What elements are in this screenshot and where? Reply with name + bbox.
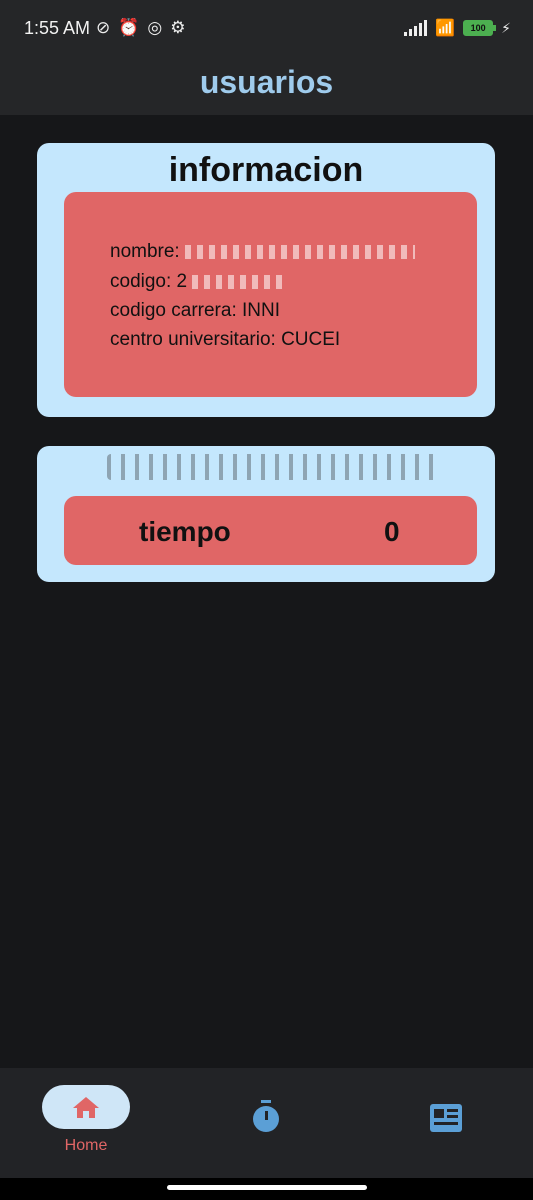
app-bar: usuarios bbox=[0, 58, 533, 115]
codigo-label: codigo: 2 bbox=[110, 271, 188, 292]
redacted-codigo bbox=[192, 274, 283, 289]
charging-icon: ⚡ bbox=[501, 19, 511, 36]
wifi-icon: 📶 bbox=[435, 20, 456, 37]
system-icons: 📶 100 ⚡ bbox=[404, 18, 511, 38]
codigo-line: codigo: 2 bbox=[110, 271, 283, 293]
nav-item-news[interactable] bbox=[416, 1068, 476, 1178]
article-icon bbox=[430, 1104, 462, 1137]
gesture-bar[interactable] bbox=[167, 1185, 367, 1190]
redacted-name bbox=[184, 244, 415, 259]
battery-icon: 100 bbox=[463, 20, 497, 36]
settings-icon: ⚙ bbox=[170, 18, 186, 37]
info-card-title: informacion bbox=[168, 151, 364, 189]
redacted-header bbox=[107, 454, 437, 480]
centro-line: centro universitario: CUCEI bbox=[110, 329, 341, 350]
battery-level: 100 bbox=[470, 23, 486, 33]
info-box: nombre: codigo: 2 codigo carrera: INNI c… bbox=[64, 192, 477, 397]
instagram-icon: ◎ bbox=[147, 18, 163, 37]
stopwatch-icon bbox=[250, 1100, 282, 1139]
bottom-nav: Home bbox=[0, 1068, 533, 1178]
timer-card: tiempo 0 bbox=[37, 446, 495, 582]
notification-icons: ⊘ ⏰ ◎ ⚙ bbox=[96, 17, 186, 39]
carrera-line: codigo carrera: INNI bbox=[110, 300, 281, 321]
timer-label: tiempo bbox=[139, 516, 231, 547]
info-card: informacion nombre: codigo: 2 codigo car… bbox=[37, 143, 495, 417]
status-bar: 1:55 AM ⊘ ⏰ ◎ ⚙ 📶 100 ⚡ bbox=[0, 0, 533, 58]
mute-icon: ⊘ bbox=[96, 18, 111, 37]
nav-item-timer[interactable] bbox=[236, 1068, 296, 1178]
nav-item-home[interactable]: Home bbox=[42, 1068, 130, 1178]
timer-value: 0 bbox=[384, 516, 400, 547]
alarm-icon: ⏰ bbox=[118, 18, 140, 37]
page-title: usuarios bbox=[199, 64, 334, 100]
status-time: 1:55 AM bbox=[24, 18, 91, 38]
nombre-line: nombre: bbox=[110, 241, 415, 263]
timer-box: tiempo 0 bbox=[64, 496, 477, 565]
home-icon bbox=[71, 1095, 101, 1124]
nav-label-home: Home bbox=[64, 1137, 108, 1154]
nombre-label: nombre: bbox=[110, 241, 180, 262]
signal-icon bbox=[404, 20, 428, 36]
